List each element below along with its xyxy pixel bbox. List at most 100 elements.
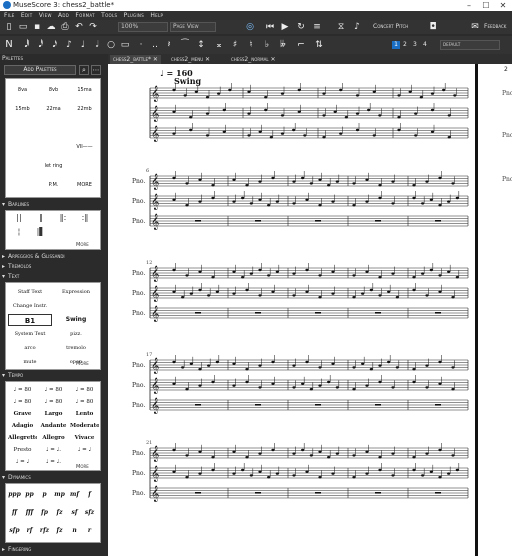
- flip-direction-icon[interactable]: ⇅: [314, 40, 324, 50]
- dynamics-palette-cell[interactable]: fz: [53, 505, 66, 521]
- close-tab-icon[interactable]: ✕: [205, 56, 210, 63]
- lines-palette-cell[interactable]: [8, 158, 37, 175]
- tempo-palette-cell[interactable]: ♩ = 80: [70, 385, 99, 395]
- lines-palette-cell[interactable]: [70, 120, 99, 137]
- lines-palette-cell[interactable]: 8vb: [39, 82, 68, 99]
- tempo-palette-cell[interactable]: ♩ = ♩.: [39, 445, 68, 455]
- natural-icon[interactable]: ♮: [246, 40, 256, 50]
- note-16th-icon[interactable]: 𝅘𝅥𝅯: [50, 40, 60, 50]
- redo-icon[interactable]: ↷: [88, 22, 98, 32]
- voice-3-button[interactable]: 3: [413, 41, 417, 48]
- dot-icon[interactable]: ·: [136, 40, 146, 50]
- voice-1-button[interactable]: 1: [392, 41, 400, 49]
- barline-repeat-start[interactable]: ‖:: [54, 213, 72, 223]
- menu-tools[interactable]: Tools: [101, 12, 117, 19]
- tie-icon[interactable]: ⁀: [180, 40, 190, 50]
- workspace-select[interactable]: default: [440, 40, 500, 50]
- barline-double[interactable]: ‖: [32, 213, 50, 223]
- lines-palette-cell[interactable]: [70, 158, 99, 175]
- undo-icon[interactable]: ↶: [74, 22, 84, 32]
- flip-icon[interactable]: ↕: [196, 40, 206, 50]
- dynamics-palette-cell[interactable]: p: [38, 487, 51, 503]
- tempo-palette-cell[interactable]: ♩ = ♩.: [39, 457, 68, 467]
- text-section-header[interactable]: ▾ Text: [2, 273, 103, 281]
- tempo-palette-cell[interactable]: Adagio: [8, 421, 37, 431]
- lines-palette-cell[interactable]: VII——: [70, 139, 99, 156]
- plugin-creator-icon[interactable]: ◎: [245, 22, 255, 32]
- tempo-palette-cell[interactable]: ♩ = 80: [8, 397, 37, 407]
- note-whole-icon[interactable]: ○: [106, 40, 116, 50]
- dynamics-palette-cell[interactable]: fp: [38, 505, 51, 521]
- text-palette-cell[interactable]: mute: [8, 356, 52, 368]
- lines-palette-cell[interactable]: MORE: [70, 177, 99, 194]
- camera-icon[interactable]: ◘: [428, 22, 438, 32]
- double-flat-icon[interactable]: 𝄪: [214, 40, 224, 50]
- barlines-section-header[interactable]: ▾ Barlines: [2, 201, 103, 209]
- lines-palette-cell[interactable]: P.M.: [39, 177, 68, 194]
- barline-final[interactable]: |▌: [32, 227, 50, 237]
- dynamics-palette-cell[interactable]: ppp: [8, 487, 21, 503]
- note-8th-icon[interactable]: ♪: [64, 40, 74, 50]
- tempo-palette-cell[interactable]: Largo: [39, 409, 68, 419]
- rest-icon[interactable]: 𝄽: [164, 40, 174, 50]
- metronome-icon[interactable]: ⧖: [336, 22, 346, 32]
- text-palette-cell[interactable]: Change Instr.: [8, 300, 52, 312]
- note-quarter-icon[interactable]: ♩: [78, 40, 88, 50]
- text-palette-cell[interactable]: B1: [8, 314, 52, 326]
- text-palette-cell[interactable]: Swing: [54, 314, 98, 326]
- close-tab-icon[interactable]: ✕: [153, 56, 158, 63]
- voice-2-button[interactable]: 2: [403, 41, 407, 48]
- dynamics-palette-cell[interactable]: sfp: [8, 523, 21, 539]
- dynamics-palette-cell[interactable]: sf: [68, 505, 81, 521]
- tempo-more-button[interactable]: More: [76, 464, 89, 470]
- menu-view[interactable]: View: [39, 12, 52, 19]
- tempo-palette-cell[interactable]: Moderato: [70, 421, 99, 431]
- dynamics-palette-cell[interactable]: sfz: [83, 505, 96, 521]
- tempo-palette-cell[interactable]: Allegretto: [8, 433, 37, 443]
- play-icon[interactable]: ▶: [280, 22, 290, 32]
- dynamics-palette-cell[interactable]: fz: [53, 523, 66, 539]
- dynamics-palette-cell[interactable]: n: [68, 523, 81, 539]
- double-dot-icon[interactable]: ‥: [150, 40, 160, 50]
- concert-pitch-toggle[interactable]: Concert Pitch: [373, 23, 408, 30]
- tempo-palette-cell[interactable]: ♩ = ♩: [70, 445, 99, 455]
- lines-palette-cell[interactable]: 22mb: [70, 101, 99, 118]
- barlines-more-button[interactable]: More: [76, 242, 89, 248]
- lines-palette-cell[interactable]: 8va: [8, 82, 37, 99]
- close-tab-icon[interactable]: ✕: [270, 56, 275, 63]
- dynamics-palette-cell[interactable]: rf: [23, 523, 36, 539]
- text-more-button[interactable]: More: [76, 361, 89, 367]
- score-page-2[interactable]: 2 Pno. Pno. Pno.: [478, 64, 512, 556]
- tempo-section-header[interactable]: ▾ Tempo: [2, 372, 103, 380]
- dynamics-palette-cell[interactable]: pp: [23, 487, 36, 503]
- rewind-icon[interactable]: ⏮: [265, 22, 275, 32]
- tempo-palette-cell[interactable]: Presto: [8, 445, 37, 455]
- tab-chess2-normal[interactable]: chess2_normal ✕: [228, 55, 279, 64]
- lines-palette-cell[interactable]: [39, 139, 68, 156]
- cloud-icon[interactable]: ☁: [46, 22, 56, 32]
- menu-plugins[interactable]: Plugins: [124, 12, 145, 19]
- dynamics-palette-cell[interactable]: f: [83, 487, 96, 503]
- tab-chess2-battle[interactable]: chess2_battle* ✕: [110, 55, 161, 64]
- lines-palette-cell[interactable]: 15ma: [70, 82, 99, 99]
- zoom-select[interactable]: 100%: [118, 22, 168, 32]
- pan-icon[interactable]: ♪: [352, 22, 362, 32]
- tempo-palette-cell[interactable]: Lento: [70, 409, 99, 419]
- score-page[interactable]: ♩ = 160 Swing 𝄞 𝄞 𝄞 𝄞 𝄞 𝄞 6 𝄞 𝄞 𝄞 12 𝄞 𝄞 𝄞 17 𝄞 𝄞 𝄞 21 Pno…: [108, 64, 475, 556]
- menu-edit[interactable]: Edit: [21, 12, 33, 19]
- tempo-palette-cell[interactable]: ♩ = 80: [39, 385, 68, 395]
- text-palette-cell[interactable]: arco: [8, 342, 52, 354]
- score-notation[interactable]: 𝄞𝄞𝄞𝄞𝄞𝄞6𝄞𝄞𝄞12𝄞𝄞𝄞17𝄞𝄞𝄞21: [108, 64, 475, 556]
- loop-in-icon[interactable]: ≡: [312, 22, 322, 32]
- lines-palette-cell[interactable]: 22ma: [39, 101, 68, 118]
- lines-palette-cell[interactable]: [8, 139, 37, 156]
- maximize-button[interactable]: ☐: [479, 0, 493, 11]
- print-icon[interactable]: ⎙: [60, 22, 70, 32]
- dynamics-section-header[interactable]: ▾ Dynamics: [2, 474, 103, 482]
- arpeggios-section-header[interactable]: ▸ Arpeggios & Glissandi: [2, 253, 103, 261]
- fingering-section-header[interactable]: ▸ Fingering: [2, 546, 103, 554]
- tremolos-section-header[interactable]: ▸ Tremolos: [2, 263, 103, 271]
- dynamics-palette-cell[interactable]: mf: [68, 487, 81, 503]
- text-palette-cell[interactable]: pizz.: [54, 328, 98, 340]
- tempo-palette-cell[interactable]: ♩ = 80: [8, 385, 37, 395]
